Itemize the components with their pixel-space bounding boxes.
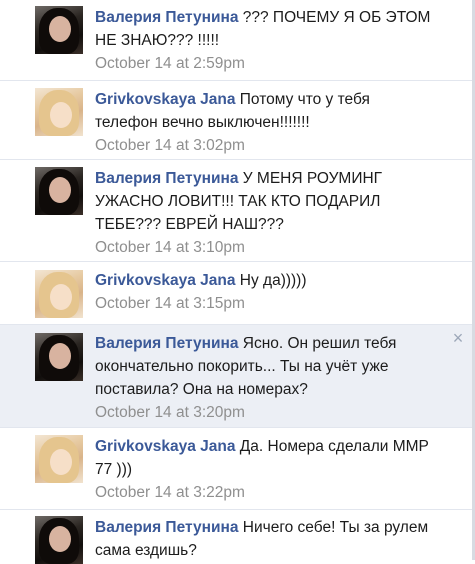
face-shape — [49, 16, 71, 42]
avatar[interactable] — [35, 435, 83, 483]
message-item: Валерия Петунина Ясно. Он решил тебя око… — [0, 324, 475, 427]
face-shape — [50, 284, 72, 310]
avatar[interactable] — [35, 270, 83, 318]
avatar[interactable] — [35, 6, 83, 54]
message-item: Валерия Петунина У МЕНЯ РОУМИНГ УЖАСНО Л… — [0, 159, 475, 261]
message-text: Ну да))))) — [239, 272, 307, 289]
timestamp[interactable]: October 14 at 3:02pm — [95, 134, 435, 157]
author-link[interactable]: Валерия Петунина — [95, 170, 238, 187]
author-link[interactable]: Валерия Петунина — [95, 519, 238, 536]
timestamp[interactable]: October 14 at 3:15pm — [95, 292, 435, 315]
face-shape — [49, 526, 71, 552]
message-content: Валерия Петунина Ничего себе! Ты за руле… — [95, 516, 435, 562]
message-content: Grivkovskaya Jana Да. Номера сделали ММР… — [95, 435, 435, 504]
author-link[interactable]: Валерия Петунина — [95, 9, 238, 26]
message-item: Grivkovskaya Jana Потому что у тебя теле… — [0, 80, 475, 159]
message-content: Валерия Петунина У МЕНЯ РОУМИНГ УЖАСНО Л… — [95, 167, 435, 259]
timestamp[interactable]: October 14 at 2:59pm — [95, 52, 435, 75]
author-link[interactable]: Grivkovskaya Jana — [95, 272, 235, 289]
author-link[interactable]: Grivkovskaya Jana — [95, 438, 235, 455]
face-shape — [49, 343, 71, 369]
avatar[interactable] — [35, 333, 83, 381]
message-item: Grivkovskaya Jana Ну да))))) October 14 … — [0, 261, 475, 324]
face-shape — [50, 449, 72, 475]
face-shape — [50, 102, 72, 128]
message-content: Grivkovskaya Jana Ну да))))) October 14 … — [95, 269, 435, 315]
message-thread: Валерия Петунина ??? ПОЧЕМУ Я ОБ ЭТОМ НЕ… — [0, 0, 475, 564]
timestamp[interactable]: October 14 at 3:10pm — [95, 236, 435, 259]
face-shape — [49, 177, 71, 203]
message-item: Валерия Петунина Ничего себе! Ты за руле… — [0, 509, 475, 564]
timestamp[interactable]: October 14 at 3:20pm — [95, 401, 435, 424]
message-content: Валерия Петунина ??? ПОЧЕМУ Я ОБ ЭТОМ НЕ… — [95, 6, 435, 75]
message-item: Валерия Петунина ??? ПОЧЕМУ Я ОБ ЭТОМ НЕ… — [0, 0, 475, 80]
message-content: Валерия Петунина Ясно. Он решил тебя око… — [95, 332, 435, 424]
close-icon[interactable]: × — [451, 329, 465, 347]
message-item: Grivkovskaya Jana Да. Номера сделали ММР… — [0, 427, 475, 509]
message-content: Grivkovskaya Jana Потому что у тебя теле… — [95, 88, 435, 157]
timestamp[interactable]: October 14 at 3:22pm — [95, 481, 435, 504]
avatar[interactable] — [35, 516, 83, 564]
author-link[interactable]: Валерия Петунина — [95, 335, 238, 352]
avatar[interactable] — [35, 88, 83, 136]
author-link[interactable]: Grivkovskaya Jana — [95, 91, 235, 108]
avatar[interactable] — [35, 167, 83, 215]
